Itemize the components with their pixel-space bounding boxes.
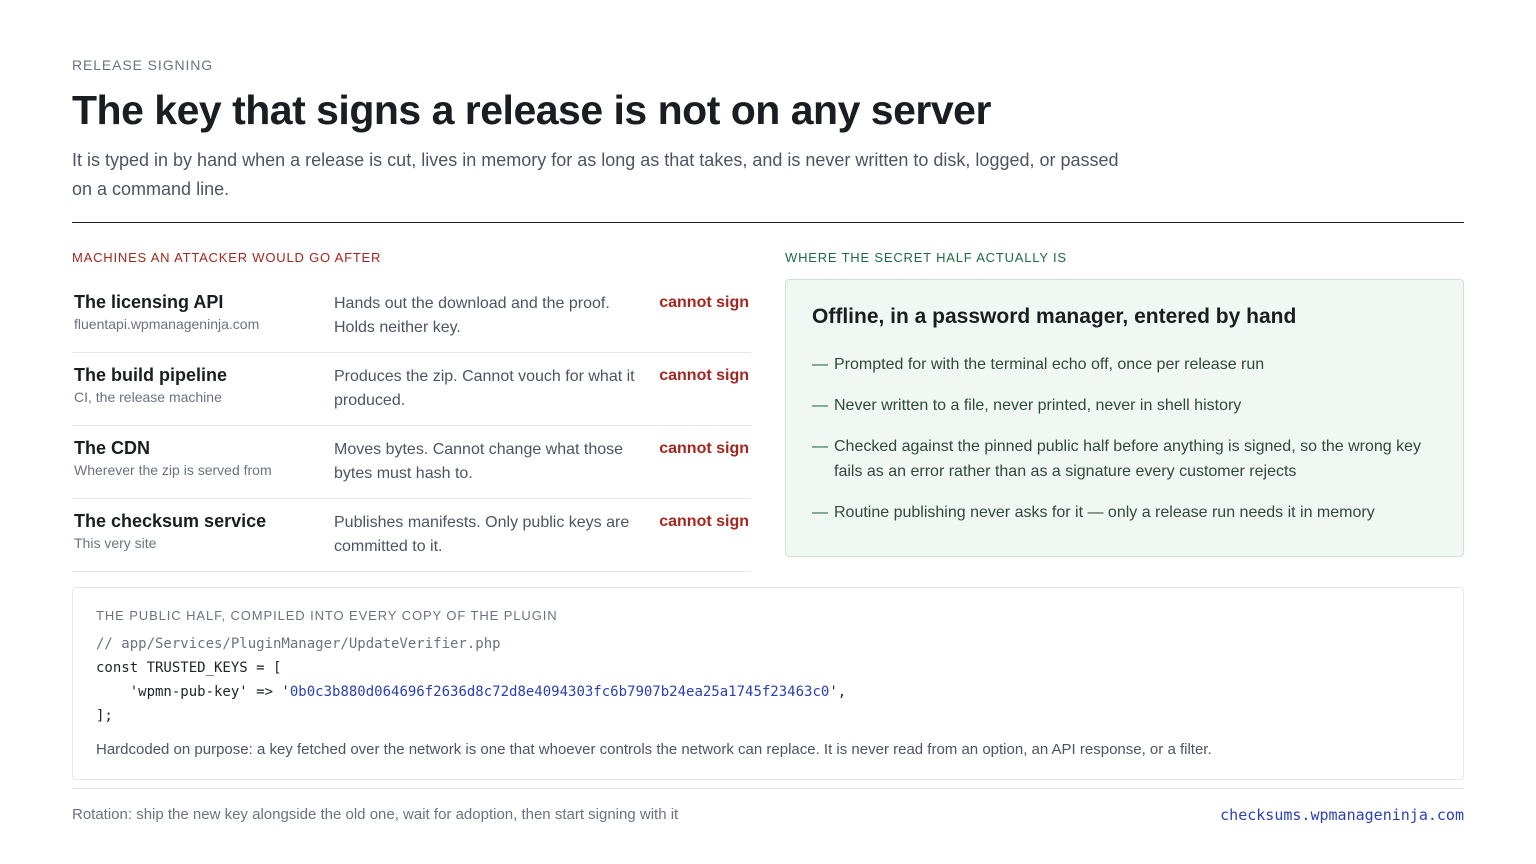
- machine-row-licensing-api: The licensing API fluentapi.wpmanageninj…: [72, 280, 751, 353]
- dash-bullet: —: [812, 356, 828, 373]
- dash-bullet: —: [812, 438, 828, 455]
- secret-card-heading: Offline, in a password manager, entered …: [812, 305, 1297, 328]
- machines-section-label: MACHINES AN ATTACKER WOULD GO AFTER: [72, 250, 382, 265]
- machine-name: The build pipeline: [74, 365, 227, 385]
- code-line-open: const TRUSTED_KEYS = [: [96, 660, 282, 676]
- header-divider: [72, 222, 1464, 223]
- eyebrow: RELEASE SIGNING: [72, 57, 214, 73]
- footer-rotation-note: Rotation: ship the new key alongside the…: [72, 806, 679, 823]
- page-title: The key that signs a release is not on a…: [72, 87, 991, 133]
- machine-row-build-pipeline: The build pipeline CI, the release machi…: [72, 353, 751, 426]
- list-item-text: Routine publishing never asks for it — o…: [834, 504, 1375, 521]
- machine-verdict: cannot sign: [659, 294, 749, 311]
- machine-verdict: cannot sign: [659, 367, 749, 384]
- code-comment: // app/Services/PluginManager/UpdateVeri…: [96, 636, 501, 652]
- machine-name: The licensing API: [74, 292, 224, 312]
- footer-divider: [72, 788, 1464, 789]
- secret-points-list: — Prompted for with the terminal echo of…: [812, 352, 1432, 541]
- machine-name: The CDN: [74, 438, 150, 458]
- list-item-text: Prompted for with the terminal echo off,…: [834, 356, 1265, 373]
- list-item: — Routine publishing never asks for it —…: [812, 500, 1432, 525]
- list-item-text: Checked against the pinned public half b…: [834, 438, 1422, 480]
- dash-bullet: —: [812, 397, 828, 414]
- machine-verdict: cannot sign: [659, 440, 749, 457]
- dash-bullet: —: [812, 504, 828, 521]
- secret-section-label: WHERE THE SECRET HALF ACTUALLY IS: [785, 250, 1067, 265]
- list-item: — Never written to a file, never printed…: [812, 393, 1432, 418]
- footer-site-link[interactable]: checksums.wpmanageninja.com: [1220, 806, 1464, 824]
- machine-verdict: cannot sign: [659, 513, 749, 530]
- machine-description: Moves bytes. Cannot change what those by…: [334, 441, 624, 482]
- code-snippet: // app/Services/PluginManager/UpdateVeri…: [96, 632, 846, 728]
- list-item-text: Never written to a file, never printed, …: [834, 397, 1242, 414]
- machines-list: The licensing API fluentapi.wpmanageninj…: [72, 280, 751, 572]
- machine-row-checksum-service: The checksum service This very site Publ…: [72, 499, 751, 572]
- list-item: — Checked against the pinned public half…: [812, 434, 1432, 484]
- machine-host: Wherever the zip is served from: [74, 462, 272, 478]
- secret-location-card: Offline, in a password manager, entered …: [785, 279, 1464, 557]
- machine-host: CI, the release machine: [74, 389, 222, 405]
- code-key-prefix: 'wpmn-pub-key' => ': [96, 684, 290, 700]
- code-line-close: ];: [96, 708, 113, 724]
- page-subtitle: It is typed in by hand when a release is…: [72, 150, 1119, 199]
- machine-host: fluentapi.wpmanageninja.com: [74, 316, 260, 332]
- list-item: — Prompted for with the terminal echo of…: [812, 352, 1432, 377]
- public-key-hash: 0b0c3b880d064696f2636d8c72d8e4094303fc6b…: [289, 684, 830, 700]
- machine-host: This very site: [74, 535, 157, 551]
- machine-name: The checksum service: [74, 511, 267, 531]
- machine-row-cdn: The CDN Wherever the zip is served from …: [72, 426, 751, 499]
- code-card-note: Hardcoded on purpose: a key fetched over…: [96, 741, 1212, 758]
- machine-description: Publishes manifests. Only public keys ar…: [334, 514, 630, 555]
- public-key-code-card: THE PUBLIC HALF, COMPILED INTO EVERY COP…: [72, 587, 1464, 780]
- code-key-suffix: ',: [829, 684, 847, 700]
- code-card-label: THE PUBLIC HALF, COMPILED INTO EVERY COP…: [96, 608, 558, 623]
- machine-description: Produces the zip. Cannot vouch for what …: [334, 368, 635, 409]
- machine-description: Hands out the download and the proof. Ho…: [334, 295, 610, 336]
